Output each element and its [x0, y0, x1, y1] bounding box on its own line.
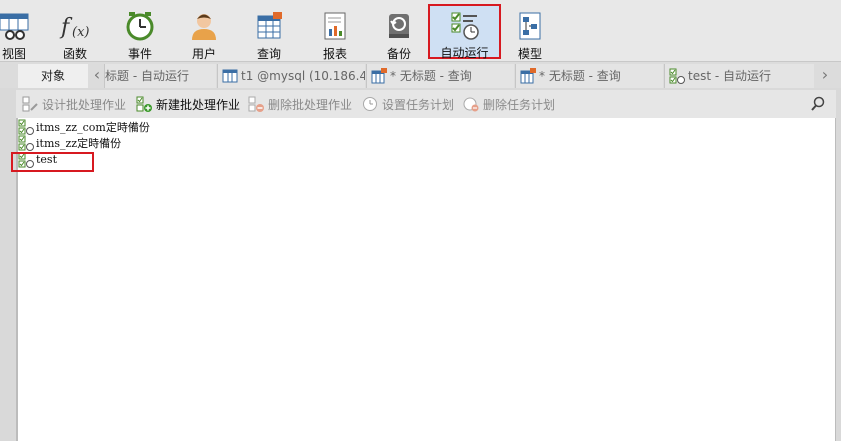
delete-schedule-button[interactable]: 删除任务计划: [463, 94, 555, 114]
model-icon: [513, 8, 547, 43]
list-item[interactable]: itms_zz_com定時備份: [18, 118, 150, 135]
add-icon: [136, 96, 152, 112]
list-item[interactable]: itms_zz定時備份: [18, 134, 121, 151]
tab-auto-run-untitled[interactable]: 标题 - 自动运行: [104, 64, 216, 88]
query-icon: [520, 68, 536, 84]
tab-scroll-right-icon[interactable]: ›: [818, 65, 832, 87]
tab-test-auto-run[interactable]: test - 自动运行: [664, 64, 814, 88]
batch-job-icon: [18, 135, 34, 151]
report-icon: [318, 8, 352, 43]
ribbon-report-button[interactable]: 报表: [311, 0, 359, 62]
highlight-box: [11, 152, 94, 172]
ribbon-auto-run-button[interactable]: 自动运行: [428, 4, 501, 60]
new-job-button[interactable]: 新建批处理作业: [136, 94, 240, 114]
delete-clock-icon: [463, 96, 479, 112]
ribbon-event-button[interactable]: 事件: [116, 0, 164, 62]
function-icon: f (x): [58, 8, 92, 43]
ribbon-backup-button[interactable]: 备份: [375, 0, 423, 62]
ribbon-query-button[interactable]: 查询: [245, 0, 293, 62]
svg-text:(x): (x): [72, 25, 89, 40]
auto-run-icon: [669, 68, 685, 84]
user-icon: [187, 8, 221, 43]
backup-icon: [382, 8, 416, 43]
job-toolbar: 设计批处理作业 新建批处理作业 删除批处理作业 设置任务计划 删除任务计划: [16, 90, 836, 118]
query-icon: [252, 8, 286, 43]
auto-run-icon: [448, 10, 482, 42]
ribbon-user-button[interactable]: 用户: [180, 0, 228, 62]
tab-bar: 对象 ‹ 标题 - 自动运行 t1 @mysql (10.186.40.... …: [0, 62, 841, 88]
tab-table-t1[interactable]: t1 @mysql (10.186.40....: [217, 64, 365, 88]
tab-query-untitled-1[interactable]: * 无标题 - 查询: [366, 64, 514, 88]
query-icon: [371, 68, 387, 84]
ribbon-model-button[interactable]: 模型: [506, 0, 554, 62]
table-icon: [222, 68, 238, 84]
ribbon-toolbar: 视图 f (x) 函数 事件 用户 查询 报表 备份 自动运行 模型: [0, 0, 841, 62]
tab-scroll-left-icon[interactable]: ‹: [90, 65, 104, 87]
svg-text:f: f: [59, 15, 73, 40]
design-icon: [22, 96, 38, 112]
set-schedule-button[interactable]: 设置任务计划: [362, 94, 454, 114]
batch-job-icon: [18, 119, 34, 135]
ribbon-function-button[interactable]: f (x) 函数: [51, 0, 99, 62]
delete-icon: [248, 96, 264, 112]
design-job-button[interactable]: 设计批处理作业: [22, 94, 126, 114]
tab-objects[interactable]: 对象: [18, 64, 88, 88]
tab-query-untitled-2[interactable]: * 无标题 - 查询: [515, 64, 663, 88]
search-icon[interactable]: [810, 96, 826, 112]
ribbon-view-button[interactable]: 视图: [0, 0, 38, 62]
job-list-panel: itms_zz_com定時備份 itms_zz定時備份 test: [16, 118, 836, 441]
clock-icon: [362, 96, 378, 112]
event-clock-icon: [123, 8, 157, 43]
view-icon: [0, 8, 31, 43]
delete-job-button[interactable]: 删除批处理作业: [248, 94, 352, 114]
